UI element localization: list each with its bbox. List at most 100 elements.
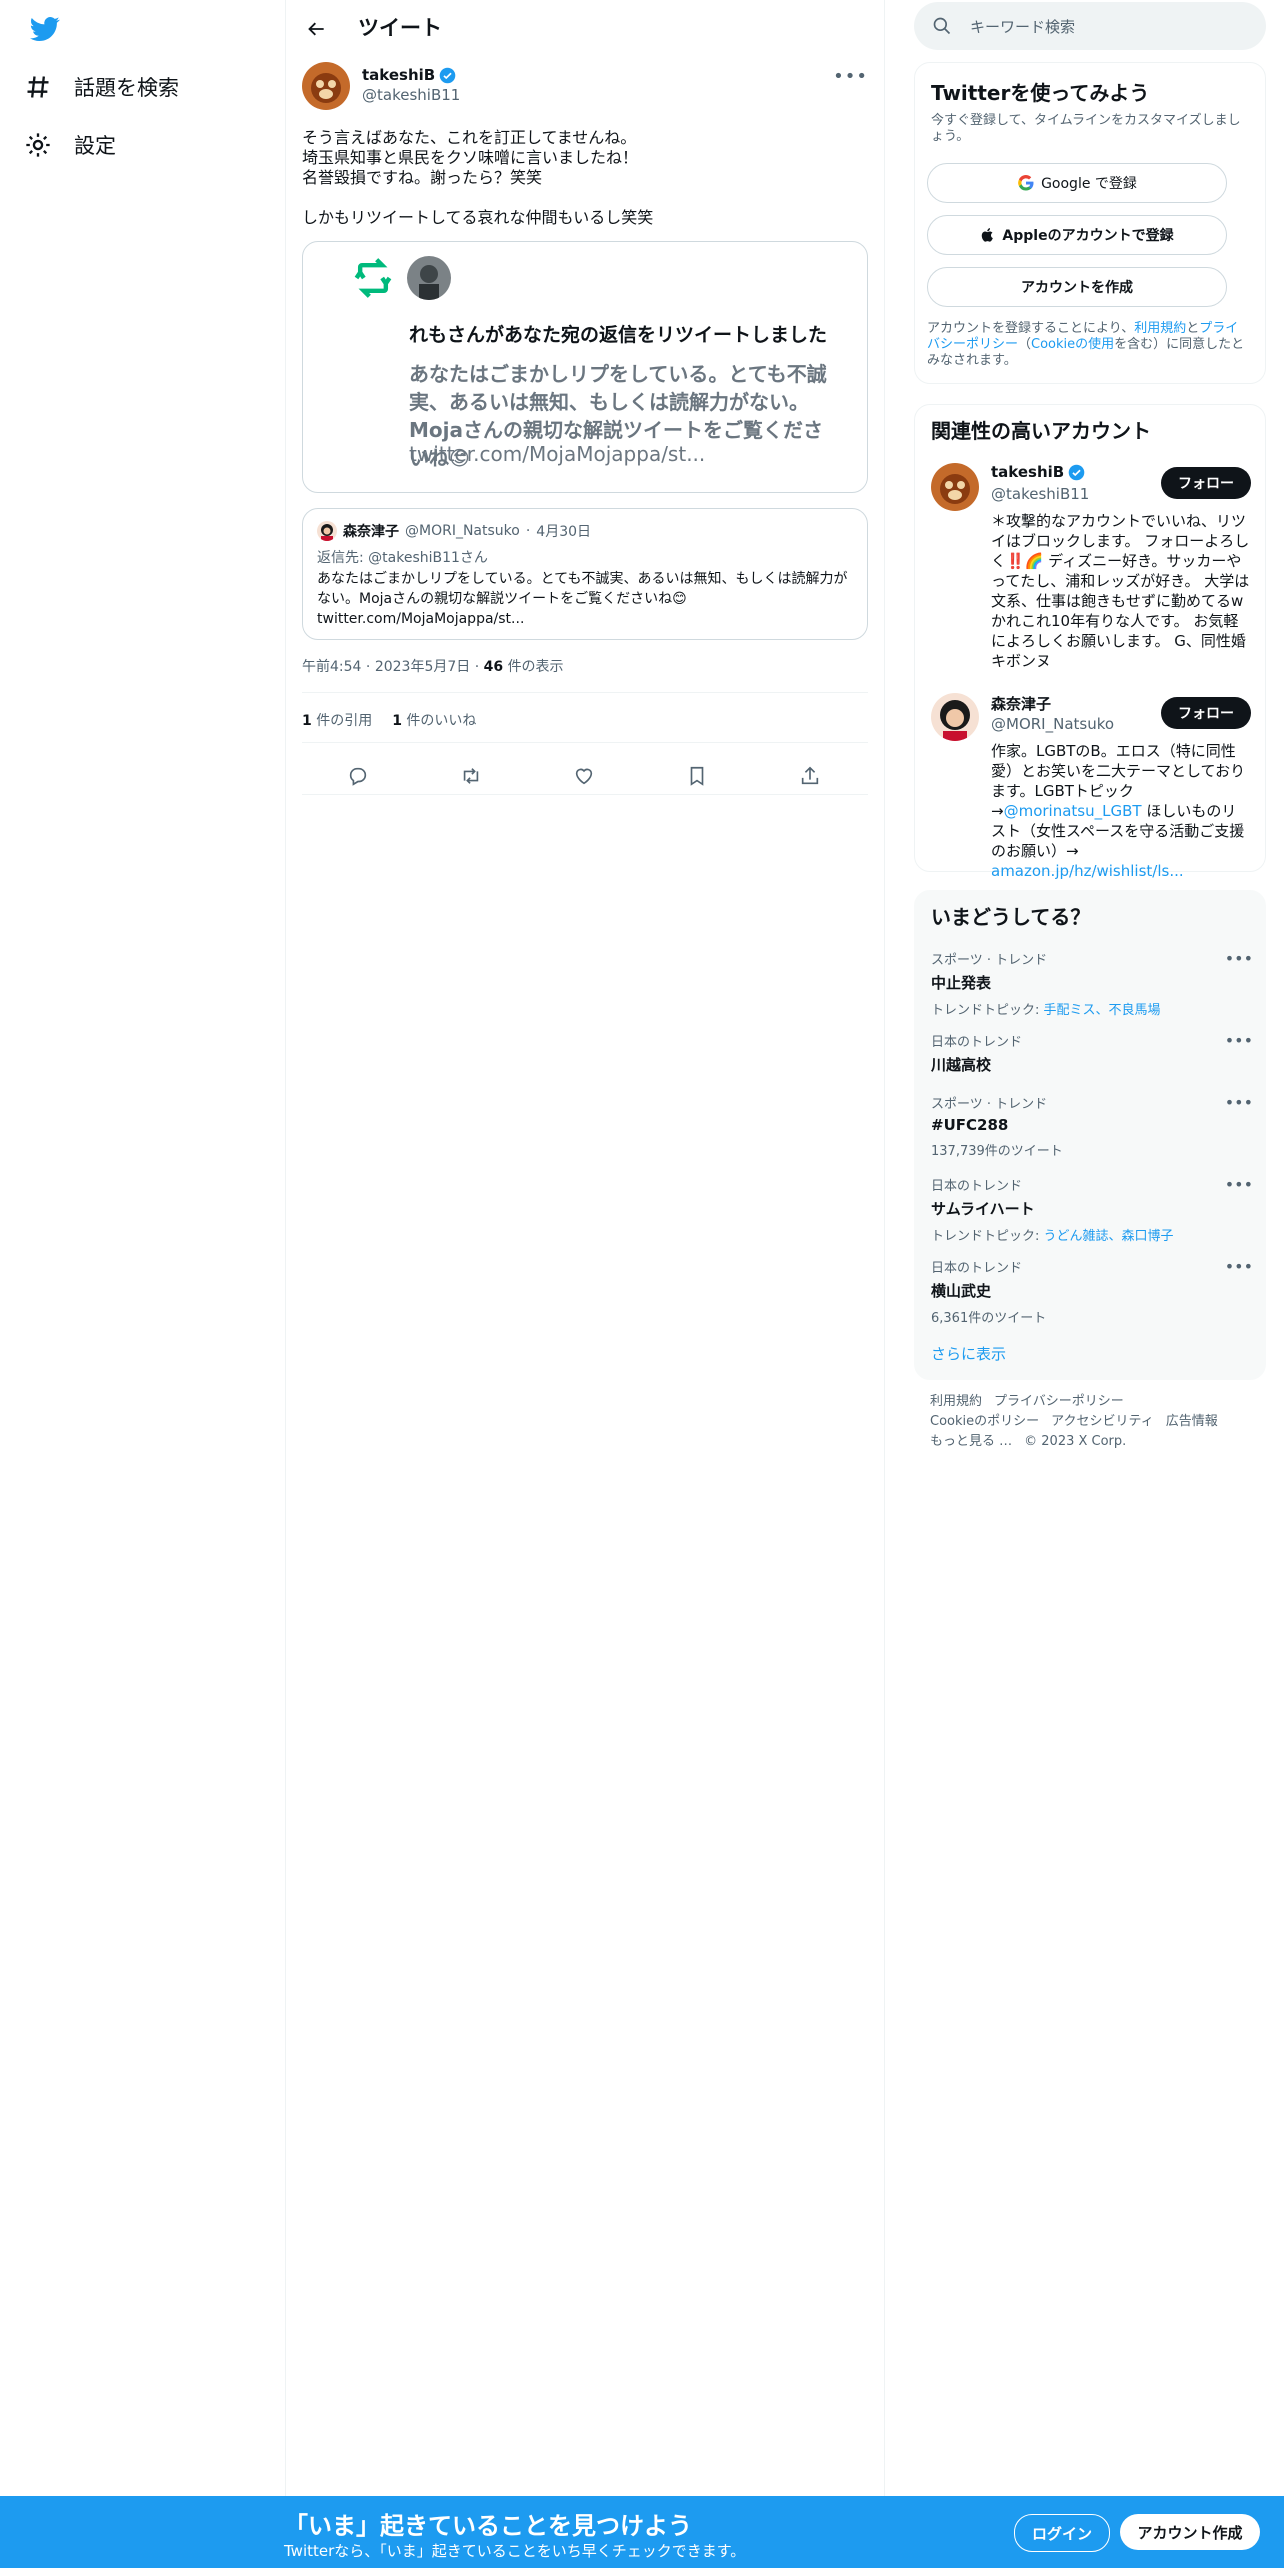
- follow-button[interactable]: フォロー: [1161, 697, 1251, 729]
- account-handle: @takeshiB11: [991, 485, 1090, 503]
- avatar[interactable]: [302, 62, 350, 110]
- trend-meta: 日本のトレンド: [931, 1261, 1023, 1276]
- card-heading: れもさんがあなた宛の返信をリツイートしました: [409, 324, 828, 346]
- twitter-logo-icon[interactable]: [28, 14, 62, 44]
- login-button[interactable]: ログイン: [1014, 2514, 1110, 2552]
- footer-link[interactable]: プライバシーポリシー: [994, 1394, 1124, 1409]
- avatar[interactable]: [931, 463, 979, 511]
- signup-subtitle: 今すぐ登録して、タイムラインをカスタマイズしましょう。: [931, 113, 1241, 144]
- account-handle: @MORI_Natsuko: [991, 715, 1115, 733]
- related-title: 関連性の高いアカウント: [931, 419, 1151, 443]
- trend-meta: スポーツ · トレンド: [931, 953, 1048, 968]
- footer-link[interactable]: アクセシビリティ: [1051, 1414, 1154, 1429]
- bottom-signup-bar: 「いま」起きていることを見つけよう Twitterなら、「いま」起きていることを…: [0, 2496, 1284, 2568]
- like-icon[interactable]: [573, 765, 597, 789]
- separator-dot: ·: [525, 523, 531, 539]
- quoted-tweet[interactable]: 森奈津子 @MORI_Natsuko · 4月30日 返信先: @takeshi…: [302, 508, 868, 640]
- quoted-text: あなたはごまかしリプをしている。とても不誠実、あるいは無知、もしくは読解力がない…: [317, 571, 848, 627]
- copyright: © 2023 X Corp.: [1024, 1434, 1127, 1449]
- tweet-author[interactable]: takeshiB @takeshiB11: [302, 62, 460, 110]
- footer-link[interactable]: 広告情報: [1166, 1414, 1218, 1429]
- trend-topics-label: トレンドトピック:: [931, 1229, 1044, 1244]
- terms-prefix: アカウントを登録することにより、: [927, 321, 1135, 336]
- quotes-label: 件の引用: [316, 713, 373, 729]
- trend-item[interactable]: 日本のトレンド 川越高校 •••: [931, 1031, 1255, 1075]
- google-signup-label: Google で登録: [1041, 176, 1137, 192]
- main-column: ツイート takeshiB @takeshiB11 ••• そう言えばあなた、こ…: [286, 0, 885, 2500]
- author-name[interactable]: takeshiB: [362, 66, 435, 84]
- verified-badge-icon: [439, 67, 456, 83]
- more-icon[interactable]: •••: [1225, 1175, 1253, 1194]
- more-icon[interactable]: •••: [1225, 1257, 1253, 1276]
- author-handle[interactable]: @takeshiB11: [362, 86, 460, 104]
- trend-topics-links[interactable]: うどん雑誌、森口博子: [1044, 1229, 1174, 1244]
- left-navigation: 話題を検索 設定: [0, 0, 286, 2568]
- retweet-icon[interactable]: [460, 765, 484, 789]
- quoted-author-handle: @MORI_Natsuko: [405, 523, 520, 539]
- avatar: [407, 256, 451, 300]
- google-signup-button[interactable]: Google で登録: [927, 163, 1227, 203]
- trend-topics-label: トレンドトピック:: [931, 1003, 1044, 1018]
- quoted-author-name: 森奈津子: [343, 524, 399, 540]
- tweet-image-card[interactable]: れもさんがあなた宛の返信をリツイートしました あなたはごまかしリプをしている。と…: [302, 241, 868, 493]
- share-icon[interactable]: [799, 765, 823, 789]
- card-link: twitter.com/MojaMojappa/st...: [409, 442, 706, 466]
- bio-mention-link[interactable]: @morinatsu_LGBT: [1004, 802, 1142, 820]
- views-label: 件の表示: [507, 659, 564, 675]
- tweet-stats: 1 件の引用 1 件のいいね: [302, 710, 476, 730]
- search-input[interactable]: [968, 14, 1252, 40]
- signup-button[interactable]: アカウント作成: [1120, 2514, 1260, 2550]
- search-box[interactable]: [914, 2, 1266, 50]
- trend-count: 137,739件のツイート: [931, 1144, 1063, 1159]
- bookmark-icon[interactable]: [686, 765, 710, 789]
- reply-icon[interactable]: [347, 765, 371, 789]
- apple-icon: [982, 228, 994, 242]
- follow-button[interactable]: フォロー: [1161, 467, 1251, 499]
- avatar[interactable]: [931, 693, 979, 741]
- footer-link[interactable]: 利用規約: [930, 1394, 982, 1409]
- trend-name: 中止発表: [931, 974, 992, 992]
- terms-and: と: [1186, 321, 1200, 336]
- trend-meta: 日本のトレンド: [931, 1179, 1023, 1194]
- verified-badge-icon: [1068, 464, 1085, 480]
- signup-terms: アカウントを登録することにより、利用規約とプライバシーポリシー（Cookieの使…: [927, 321, 1247, 369]
- apple-signup-button[interactable]: Appleのアカウントで登録: [927, 215, 1227, 255]
- trend-topics-links[interactable]: 手配ミス、不良馬場: [1044, 1003, 1161, 1018]
- bio-url-link[interactable]: amazon.jp/hz/wishlist/ls...: [991, 862, 1184, 880]
- more-icon[interactable]: •••: [1225, 1031, 1253, 1050]
- terms-of-service-link[interactable]: 利用規約: [1134, 321, 1186, 336]
- tweet-date[interactable]: 2023年5月7日: [375, 659, 470, 675]
- create-account-button[interactable]: アカウントを作成: [927, 267, 1227, 307]
- page-title: ツイート: [358, 16, 442, 40]
- trend-item[interactable]: スポーツ · トレンド #UFC288 137,739件のツイート •••: [931, 1093, 1255, 1159]
- nav-explore[interactable]: 話題を検索: [24, 72, 179, 102]
- footer-link[interactable]: もっと見る …: [930, 1434, 1012, 1449]
- likes-stat[interactable]: 1 件のいいね: [392, 710, 476, 730]
- back-button[interactable]: [300, 12, 334, 46]
- trend-name: #UFC288: [931, 1116, 1009, 1134]
- cookie-use-link[interactable]: Cookieの使用: [1031, 337, 1114, 352]
- trend-item[interactable]: スポーツ · トレンド 中止発表 トレンドトピック: 手配ミス、不良馬場 •••: [931, 949, 1255, 1018]
- trend-topics: トレンドトピック: うどん雑誌、森口博子: [931, 1225, 1255, 1244]
- likes-count: 1: [392, 713, 402, 729]
- account-name[interactable]: takeshiB: [991, 463, 1064, 481]
- tweet-time[interactable]: 午前4:54: [302, 659, 361, 675]
- trend-item[interactable]: 日本のトレンド 横山武史 6,361件のツイート •••: [931, 1257, 1255, 1326]
- trend-topics: トレンドトピック: 手配ミス、不良馬場: [931, 999, 1255, 1018]
- more-icon[interactable]: •••: [1225, 949, 1253, 968]
- nav-explore-label: 話題を検索: [74, 76, 179, 100]
- views-count: 46: [483, 659, 504, 675]
- more-icon[interactable]: •••: [833, 66, 868, 87]
- nav-settings[interactable]: 設定: [24, 130, 116, 160]
- divider: [302, 692, 868, 693]
- nav-settings-label: 設定: [74, 134, 116, 158]
- show-more-link[interactable]: さらに表示: [931, 1343, 1006, 1364]
- quotes-stat[interactable]: 1 件の引用: [302, 710, 372, 730]
- more-icon[interactable]: •••: [1225, 1093, 1253, 1112]
- quotes-count: 1: [302, 713, 312, 729]
- trend-item[interactable]: 日本のトレンド サムライハート トレンドトピック: うどん雑誌、森口博子 •••: [931, 1175, 1255, 1244]
- account-name[interactable]: 森奈津子: [991, 693, 1051, 714]
- footer-link[interactable]: Cookieのポリシー: [930, 1414, 1039, 1429]
- trend-name: 川越高校: [931, 1056, 992, 1074]
- apple-signup-label: Appleのアカウントで登録: [1002, 228, 1174, 244]
